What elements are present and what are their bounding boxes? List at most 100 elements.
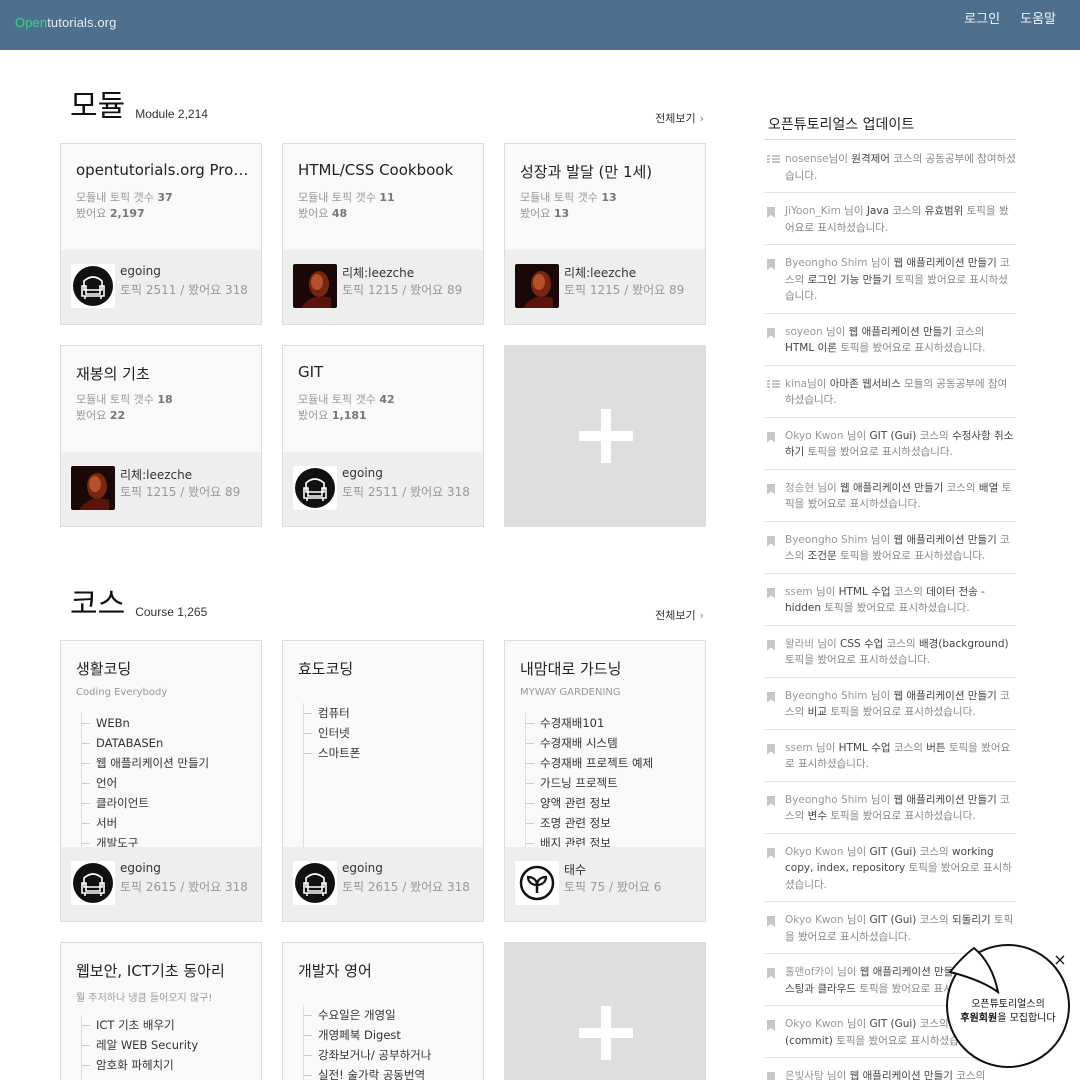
course-title[interactable]: 효도코딩 (298, 658, 473, 679)
course-module-item[interactable]: 컴퓨터 (304, 703, 471, 723)
course-card[interactable]: 개발자 영어수요일은 개영일 개영페북 Digest 강좌보거나/ 공부하거나 실전!… (282, 942, 484, 1080)
course-module-item[interactable]: 암호화 파헤치기 (82, 1055, 249, 1075)
feed-user-link[interactable]: Okyo Kwon (785, 846, 844, 858)
course-title[interactable]: 생활코딩 (76, 658, 251, 679)
author-name[interactable]: egoing (120, 861, 161, 875)
course-card[interactable]: 내맘대로 가드닝 MYWAY GARDENING 수경재배101 수경재배 시스템 수경… (504, 640, 706, 922)
avatar[interactable] (71, 466, 115, 510)
module-card[interactable]: HTML/CSS Cookbook 모듈내 토픽 갯수 11 봤어요 48 리체:le… (282, 143, 484, 325)
course-module-item[interactable]: 스마트폰 (304, 743, 471, 763)
feed-user-link[interactable]: Byeongho Shim (785, 690, 868, 702)
add-course-button[interactable] (504, 942, 706, 1080)
feed-target-link[interactable]: HTML 수업 (839, 742, 891, 754)
modules-view-all-link[interactable]: 전체보기 › (655, 110, 704, 126)
armchair-icon[interactable] (293, 861, 337, 905)
module-card[interactable]: 성장과 발달 (만 1세) 모듈내 토픽 갯수 13 봤어요 13 리체:leezch… (504, 143, 706, 325)
feed-user-link[interactable]: Okyo Kwon (785, 1018, 844, 1030)
module-title[interactable]: opentutorials.org Project (76, 161, 251, 179)
course-module-item[interactable]: 수경재배 시스템 (526, 733, 693, 753)
author-name[interactable]: 리체:leezche (120, 466, 192, 483)
module-title[interactable]: 성장과 발달 (만 1세) (520, 161, 695, 182)
module-card[interactable]: GIT 모듈내 토픽 갯수 42 봤어요 1,181 egoing 토픽 2511 / … (282, 345, 484, 527)
course-module-item[interactable]: 실전! 술가락 공동번역 (304, 1065, 471, 1080)
course-module-item[interactable]: ICT 기초 배우기 (82, 1015, 249, 1035)
feed-target-link[interactable]: 되돌리기 (952, 914, 991, 926)
author-name[interactable]: egoing (120, 264, 161, 278)
feed-target-link[interactable]: 웹 애플리케이션 만들기 (894, 257, 997, 269)
feed-user-link[interactable]: ssem (785, 742, 813, 754)
add-module-button[interactable] (504, 345, 706, 527)
course-module-item[interactable]: 수요일은 개영일 (304, 1005, 471, 1025)
author-name[interactable]: 리체:leezche (342, 264, 414, 281)
help-link[interactable]: 도움말 (1020, 8, 1056, 27)
feed-target-link[interactable]: GIT (Gui) (870, 430, 917, 442)
feed-target-link[interactable]: HTML 이론 (785, 342, 837, 354)
feed-user-link[interactable]: 은빛사탕 (785, 1070, 824, 1080)
author-name[interactable]: egoing (342, 861, 383, 875)
site-logo[interactable]: Opentutorials.org (15, 15, 116, 30)
course-module-item[interactable]: 레알 WEB Security (82, 1035, 249, 1055)
armchair-icon[interactable] (71, 264, 115, 308)
feed-target-link[interactable]: 아마존 웹서비스 (830, 378, 901, 390)
course-card[interactable]: 효도코딩 컴퓨터 인터넷 스마트폰 egoing 토픽 2615 / 봤어요 318 (282, 640, 484, 922)
close-icon[interactable]: × (1052, 952, 1068, 968)
feed-user-link[interactable]: 정승현 (785, 482, 814, 494)
feed-user-link[interactable]: soyeon (785, 326, 823, 338)
course-module-item[interactable]: 웹 애플리케이션 만들기 (82, 753, 249, 773)
feed-user-link[interactable]: kina (785, 378, 807, 390)
course-module-item[interactable]: 가드닝 프로젝트 (526, 773, 693, 793)
feed-target-link[interactable]: 변수 (808, 810, 827, 822)
feed-user-link[interactable]: Byeongho Shim (785, 534, 868, 546)
feed-target-link[interactable]: 배경(background) (919, 638, 1009, 650)
course-module-item[interactable]: WEBn (82, 713, 249, 733)
author-name[interactable]: egoing (342, 466, 383, 480)
feed-target-link[interactable]: 웹 애플리케이션 만들기 (894, 534, 997, 546)
feed-target-link[interactable]: 로그인 기능 만들기 (808, 274, 892, 286)
course-module-item[interactable]: 강좌보거나/ 공부하거나 (304, 1045, 471, 1065)
course-card[interactable]: 웹보안, ICT기초 동아리 뭘 주저하나 냉큼 들어오지 않구! ICT 기초 배… (60, 942, 262, 1080)
feed-target-link[interactable]: 배열 (979, 482, 998, 494)
feed-user-link[interactable]: ssem (785, 586, 813, 598)
login-link[interactable]: 로그인 (964, 8, 1000, 27)
author-name[interactable]: 태수 (564, 861, 586, 878)
armchair-icon[interactable] (293, 466, 337, 510)
feed-user-link[interactable]: Okyo Kwon (785, 430, 844, 442)
feed-target-link[interactable]: CSS 수업 (840, 638, 883, 650)
sprout-icon[interactable] (515, 861, 559, 905)
feed-target-link[interactable]: 웹 애플리케이션 만들기 (850, 1070, 953, 1080)
feed-target-link[interactable]: 버튼 (926, 742, 945, 754)
course-title[interactable]: 개발자 영어 (298, 960, 473, 981)
feed-target-link[interactable]: 조건문 (808, 550, 837, 562)
module-title[interactable]: HTML/CSS Cookbook (298, 161, 473, 179)
feed-target-link[interactable]: 웹 애플리케이션 만들기 (840, 482, 943, 494)
avatar[interactable] (515, 264, 559, 308)
feed-target-link[interactable]: Java (867, 205, 889, 217)
course-title[interactable]: 웹보안, ICT기초 동아리 (76, 960, 251, 981)
feed-target-link[interactable]: 웹 애플리케이션 만들기 (894, 794, 997, 806)
feed-target-link[interactable]: 비교 (808, 706, 827, 718)
course-module-item[interactable]: 클라이언트 (82, 793, 249, 813)
course-module-item[interactable]: 배지 관련 정보 (526, 833, 693, 847)
module-title[interactable]: GIT (298, 363, 473, 381)
course-title[interactable]: 내맘대로 가드닝 (520, 658, 695, 679)
feed-user-link[interactable]: Okyo Kwon (785, 914, 844, 926)
author-name[interactable]: 리체:leezche (564, 264, 636, 281)
feed-target-link[interactable]: GIT (Gui) (870, 846, 917, 858)
feed-user-link[interactable]: Byeongho Shim (785, 257, 868, 269)
feed-user-link[interactable]: JiYoon_Kim (785, 205, 841, 217)
feed-user-link[interactable]: nosense (785, 153, 829, 165)
feed-target-link[interactable]: HTML 수업 (839, 586, 891, 598)
armchair-icon[interactable] (71, 861, 115, 905)
course-module-item[interactable]: 서버 (82, 813, 249, 833)
course-module-item[interactable]: 조명 관련 정보 (526, 813, 693, 833)
feed-user-link[interactable]: 홀맨of카이 (785, 966, 834, 978)
course-module-item[interactable]: 수경재배101 (526, 713, 693, 733)
course-module-item[interactable]: 개영페북 Digest (304, 1025, 471, 1045)
feed-user-link[interactable]: 왈라비 (785, 638, 814, 650)
feed-target-link[interactable]: 웹 애플리케이션 만들기 (894, 690, 997, 702)
course-module-item[interactable]: 양액 관련 정보 (526, 793, 693, 813)
module-card[interactable]: 재봉의 기초 모듈내 토픽 갯수 18 봤어요 22 리체:leezche 토픽 121… (60, 345, 262, 527)
course-module-item[interactable]: 인터넷 (304, 723, 471, 743)
feed-target-link[interactable]: 웹 애플리케이션 만들기 (849, 326, 952, 338)
course-card[interactable]: 생활코딩 Coding Everybody WEBn DATABASEn 웹 애플리케이… (60, 640, 262, 922)
